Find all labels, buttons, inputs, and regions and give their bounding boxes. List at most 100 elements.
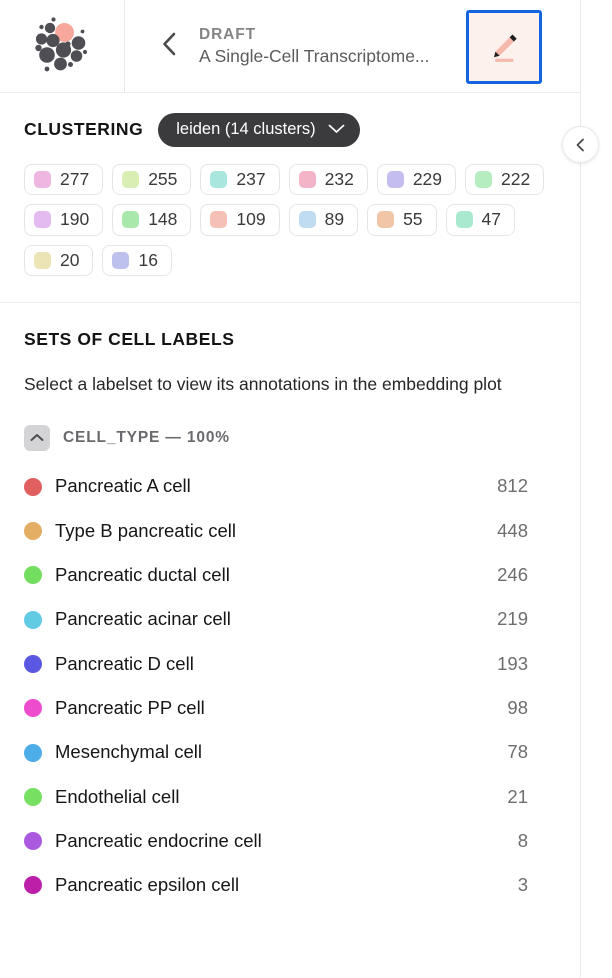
annotation-count: 21 (507, 788, 528, 807)
cluster-color-swatch (299, 211, 316, 228)
annotation-row[interactable]: Pancreatic D cell193 (24, 642, 556, 686)
cluster-count: 109 (236, 211, 265, 229)
annotation-label: Pancreatic ductal cell (55, 566, 497, 585)
cluster-chip[interactable]: 222 (465, 164, 544, 196)
labelsets-section: SETS OF CELL LABELS Select a labelset to… (0, 303, 580, 908)
edit-button[interactable] (466, 10, 542, 84)
cluster-color-swatch (210, 171, 227, 188)
cluster-chip[interactable]: 232 (289, 164, 368, 196)
annotation-color-dot (24, 832, 42, 850)
annotation-label: Pancreatic epsilon cell (55, 876, 518, 895)
annotation-color-dot (24, 522, 42, 540)
annotation-row[interactable]: Mesenchymal cell78 (24, 730, 556, 774)
cluster-count: 229 (413, 171, 442, 189)
cluster-chip-list: 277 255 237 232 229 222 190 148 109 89 55 47 20 16 (24, 164, 556, 277)
page-title: A Single-Cell Transcriptome... (199, 45, 430, 68)
cluster-color-swatch (299, 171, 316, 188)
cluster-count: 255 (148, 171, 177, 189)
document-title-block: DRAFT A Single-Cell Transcriptome... (199, 25, 430, 68)
cluster-chip[interactable]: 89 (289, 204, 358, 236)
annotation-list: Pancreatic A cell812Type B pancreatic ce… (24, 465, 556, 908)
cluster-chip[interactable]: 277 (24, 164, 103, 196)
cluster-count: 277 (60, 171, 89, 189)
cluster-count: 190 (60, 211, 89, 229)
collapse-panel-button[interactable] (562, 126, 599, 163)
pencil-icon (484, 27, 524, 67)
cluster-color-swatch (210, 211, 227, 228)
annotation-color-dot (24, 699, 42, 717)
annotation-row[interactable]: Pancreatic ductal cell246 (24, 553, 556, 597)
cluster-chip[interactable]: 229 (377, 164, 456, 196)
cluster-chip[interactable]: 148 (112, 204, 191, 236)
cluster-count: 55 (403, 211, 422, 229)
annotation-label: Pancreatic D cell (55, 655, 497, 674)
annotation-label: Mesenchymal cell (55, 743, 507, 762)
clustering-select[interactable]: leiden (14 clusters) (158, 113, 359, 147)
cluster-color-swatch (475, 171, 492, 188)
cluster-chip[interactable]: 255 (112, 164, 191, 196)
annotation-row[interactable]: Pancreatic acinar cell219 (24, 597, 556, 641)
annotation-count: 78 (507, 743, 528, 762)
annotation-row[interactable]: Pancreatic PP cell98 (24, 686, 556, 730)
annotation-count: 8 (518, 832, 528, 851)
chevron-up-icon (24, 425, 50, 451)
cluster-color-swatch (387, 171, 404, 188)
annotation-row[interactable]: Endothelial cell21 (24, 775, 556, 819)
annotation-label: Pancreatic PP cell (55, 699, 507, 718)
cluster-color-swatch (112, 252, 129, 269)
annotation-row[interactable]: Type B pancreatic cell448 (24, 509, 556, 553)
cluster-count: 20 (60, 252, 79, 270)
annotation-color-dot (24, 566, 42, 584)
labelsets-helper-text: Select a labelset to view its annotation… (24, 371, 504, 398)
annotation-color-dot (24, 655, 42, 673)
annotation-count: 193 (497, 655, 528, 674)
cluster-chip[interactable]: 55 (367, 204, 436, 236)
cluster-count: 47 (482, 211, 501, 229)
cluster-count: 16 (138, 252, 157, 270)
cluster-color-swatch (122, 171, 139, 188)
cluster-count: 148 (148, 211, 177, 229)
labelset-name: CELL_TYPE — 100% (63, 429, 230, 447)
labelset-toggle-cell-type[interactable]: CELL_TYPE — 100% (24, 425, 556, 451)
annotation-count: 246 (497, 566, 528, 585)
back-button[interactable] (157, 30, 183, 62)
cluster-count: 222 (501, 171, 530, 189)
cluster-chip[interactable]: 47 (446, 204, 515, 236)
clustering-header: CLUSTERING leiden (14 clusters) (24, 113, 556, 147)
annotation-color-dot (24, 744, 42, 762)
cluster-color-swatch (377, 211, 394, 228)
cluster-chip[interactable]: 20 (24, 245, 93, 277)
cluster-color-swatch (456, 211, 473, 228)
labelsets-section-title: SETS OF CELL LABELS (24, 329, 556, 350)
cluster-count: 237 (236, 171, 265, 189)
clustering-section: CLUSTERING leiden (14 clusters) 277 255 23… (0, 93, 580, 303)
annotation-count: 219 (497, 610, 528, 629)
annotation-row[interactable]: Pancreatic A cell812 (24, 465, 556, 509)
app-logo[interactable] (0, 0, 125, 92)
annotation-label: Pancreatic acinar cell (55, 610, 497, 629)
cell-cluster-logo-icon (29, 15, 95, 77)
annotation-row[interactable]: Pancreatic epsilon cell3 (24, 863, 556, 907)
cluster-chip[interactable]: 237 (200, 164, 279, 196)
annotation-color-dot (24, 876, 42, 894)
cluster-chip[interactable]: 190 (24, 204, 103, 236)
annotation-color-dot (24, 478, 42, 496)
annotation-count: 3 (518, 876, 528, 895)
app-header: DRAFT A Single-Cell Transcriptome... (0, 0, 580, 93)
app-root: DRAFT A Single-Cell Transcriptome... CLU… (0, 0, 612, 978)
chevron-down-icon (328, 124, 345, 134)
cluster-chip[interactable]: 16 (102, 245, 171, 277)
cluster-chip[interactable]: 109 (200, 204, 279, 236)
annotation-label: Type B pancreatic cell (55, 522, 497, 541)
cluster-count: 232 (325, 171, 354, 189)
clustering-section-title: CLUSTERING (24, 119, 143, 140)
annotation-row[interactable]: Pancreatic endocrine cell8 (24, 819, 556, 863)
draft-badge: DRAFT (199, 25, 430, 45)
annotation-label: Endothelial cell (55, 788, 507, 807)
annotation-label: Pancreatic A cell (55, 477, 497, 496)
chevron-left-icon (573, 137, 589, 153)
cluster-color-swatch (34, 171, 51, 188)
annotation-count: 812 (497, 477, 528, 496)
annotation-color-dot (24, 788, 42, 806)
annotation-count: 98 (507, 699, 528, 718)
